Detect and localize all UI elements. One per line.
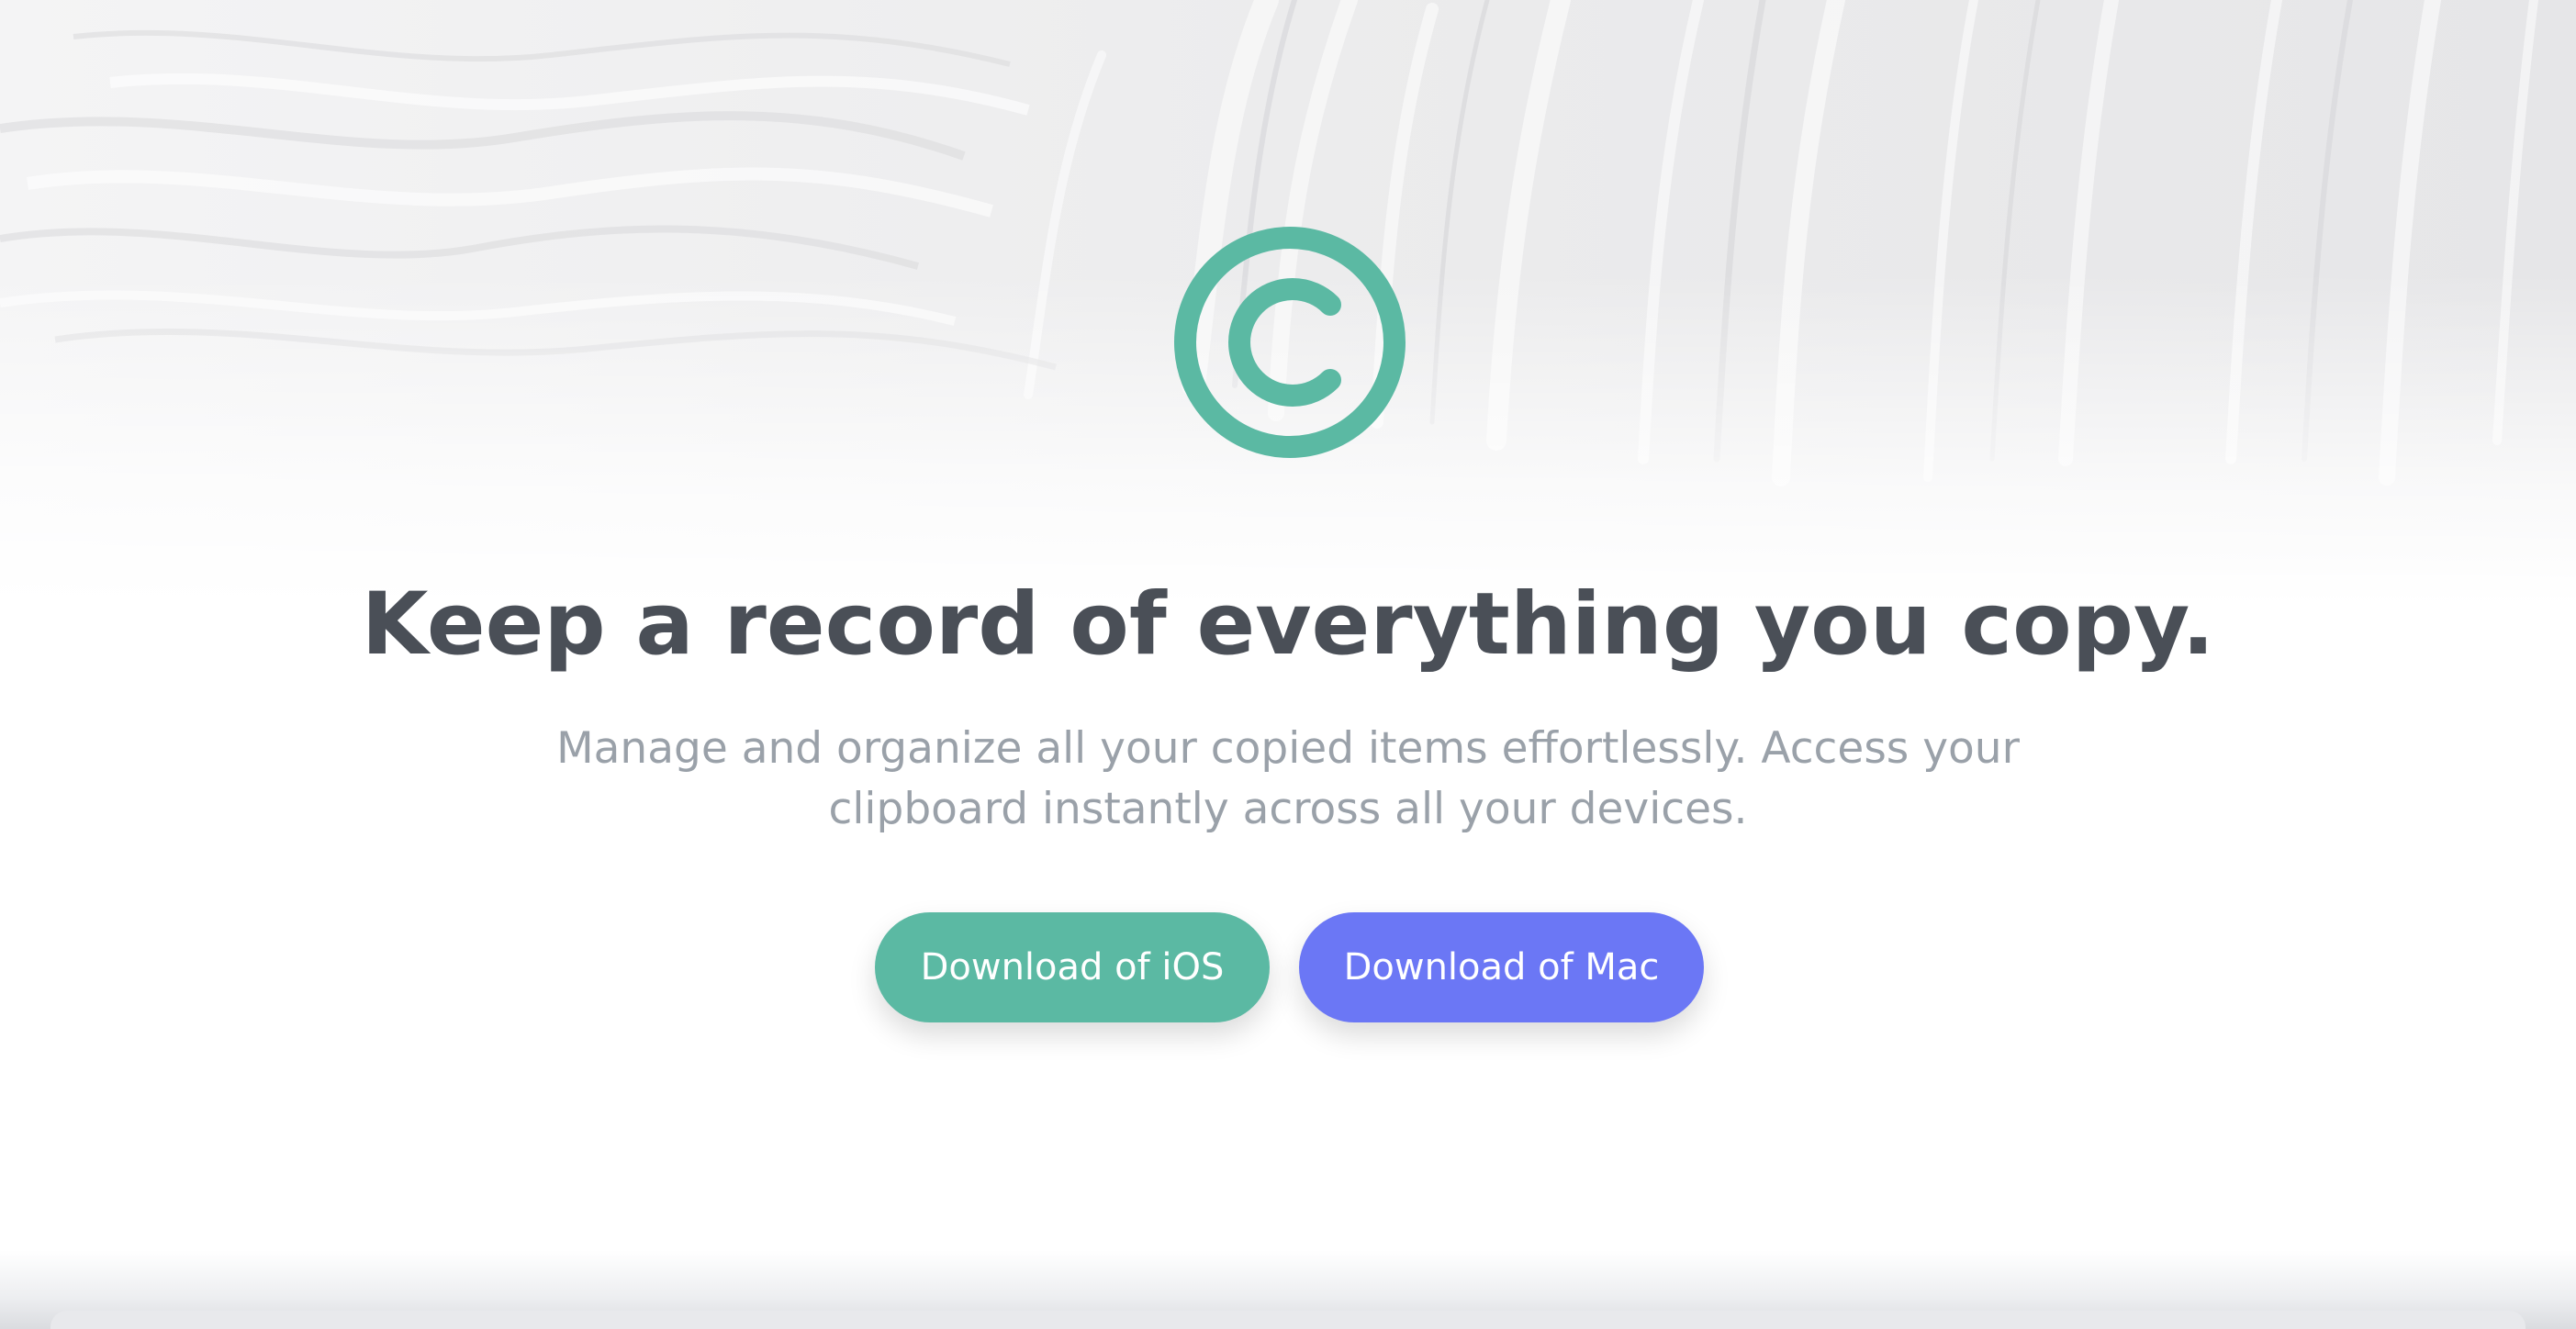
page-subtitle: Manage and organize all your copied item… (556, 723, 2020, 834)
page-title: Keep a record of everything you copy. (361, 575, 2215, 675)
download-mac-button[interactable]: Download of Mac (1299, 912, 1704, 1022)
copyright-icon (1173, 226, 1406, 459)
landing-page: Keep a record of everything you copy. Ma… (0, 0, 2576, 1329)
download-actions: Download of iOS Download of Mac (0, 912, 2576, 1022)
download-ios-button[interactable]: Download of iOS (875, 912, 1270, 1022)
next-section-edge (50, 1311, 2526, 1329)
